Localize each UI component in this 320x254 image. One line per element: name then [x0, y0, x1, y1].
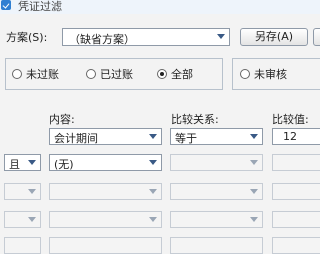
- compare-value-input[interactable]: 12: [272, 128, 320, 145]
- radio-label: 已过账: [100, 68, 133, 81]
- logic-select[interactable]: [4, 211, 41, 228]
- scheme-label: 方案(S):: [6, 31, 48, 44]
- chevron-down-icon[interactable]: [147, 214, 159, 226]
- content-select-value: 会计期间: [54, 132, 98, 145]
- chevron-down-icon[interactable]: [248, 131, 260, 143]
- logic-select-value: 且: [9, 158, 20, 171]
- chevron-down-icon[interactable]: [215, 31, 227, 43]
- window-title: 凭证过滤: [18, 0, 62, 13]
- radio-label: 未过账: [26, 68, 59, 81]
- compare-select[interactable]: 等于: [170, 128, 263, 145]
- title-bar: 凭证过滤: [0, 0, 320, 14]
- condition-compare-select[interactable]: [170, 154, 263, 171]
- condition-compare-select[interactable]: [170, 183, 263, 200]
- extra-button[interactable]: [313, 28, 320, 46]
- radio-unposted[interactable]: 未过账: [12, 67, 59, 81]
- condition-content-select[interactable]: [49, 183, 162, 200]
- app-icon: [1, 0, 11, 10]
- chevron-down-icon[interactable]: [147, 186, 159, 198]
- radio-all[interactable]: 全部: [157, 67, 193, 81]
- content-header: 内容:: [49, 113, 75, 126]
- condition-value-input[interactable]: [272, 154, 320, 171]
- content-select[interactable]: 会计期间: [49, 128, 162, 145]
- compare-select-value: 等于: [175, 132, 197, 145]
- logic-select[interactable]: [4, 183, 41, 200]
- posting-status-group: 未过账 已过账 全部: [5, 58, 223, 90]
- radio-circle[interactable]: [12, 69, 22, 79]
- condition-content-select[interactable]: (无): [49, 154, 162, 171]
- radio-circle[interactable]: [86, 69, 96, 79]
- chevron-down-icon[interactable]: [26, 157, 38, 169]
- radio-posted[interactable]: 已过账: [86, 67, 133, 81]
- scheme-select-value: （缺省方案）: [69, 33, 135, 46]
- chevron-down-icon[interactable]: [248, 214, 260, 226]
- condition-compare-select[interactable]: [170, 211, 263, 228]
- audit-status-group: 未审核: [232, 58, 320, 90]
- radio-label: 未审核: [254, 68, 287, 81]
- logic-select[interactable]: 且: [4, 154, 41, 171]
- save-as-button[interactable]: 另存(A): [240, 28, 308, 46]
- chevron-down-icon[interactable]: [248, 157, 260, 169]
- chevron-down-icon[interactable]: [248, 186, 260, 198]
- radio-circle[interactable]: [240, 69, 250, 79]
- condition-content-value: (无): [54, 158, 74, 171]
- condition-content-select[interactable]: [49, 211, 162, 228]
- chevron-down-icon[interactable]: [147, 157, 159, 169]
- value-header: 比较值:: [272, 113, 309, 126]
- scheme-select[interactable]: （缺省方案）: [62, 28, 230, 46]
- chevron-down-icon[interactable]: [26, 186, 38, 198]
- radio-unaudited[interactable]: 未审核: [240, 67, 287, 81]
- condition-value-input[interactable]: [272, 183, 320, 200]
- condition-value-input[interactable]: [272, 211, 320, 228]
- radio-label: 全部: [171, 68, 193, 81]
- chevron-down-icon[interactable]: [26, 214, 38, 226]
- chevron-down-icon[interactable]: [147, 131, 159, 143]
- compare-header: 比较关系:: [171, 113, 219, 126]
- compare-value-text: 12: [283, 130, 297, 143]
- radio-circle-checked[interactable]: [157, 69, 167, 79]
